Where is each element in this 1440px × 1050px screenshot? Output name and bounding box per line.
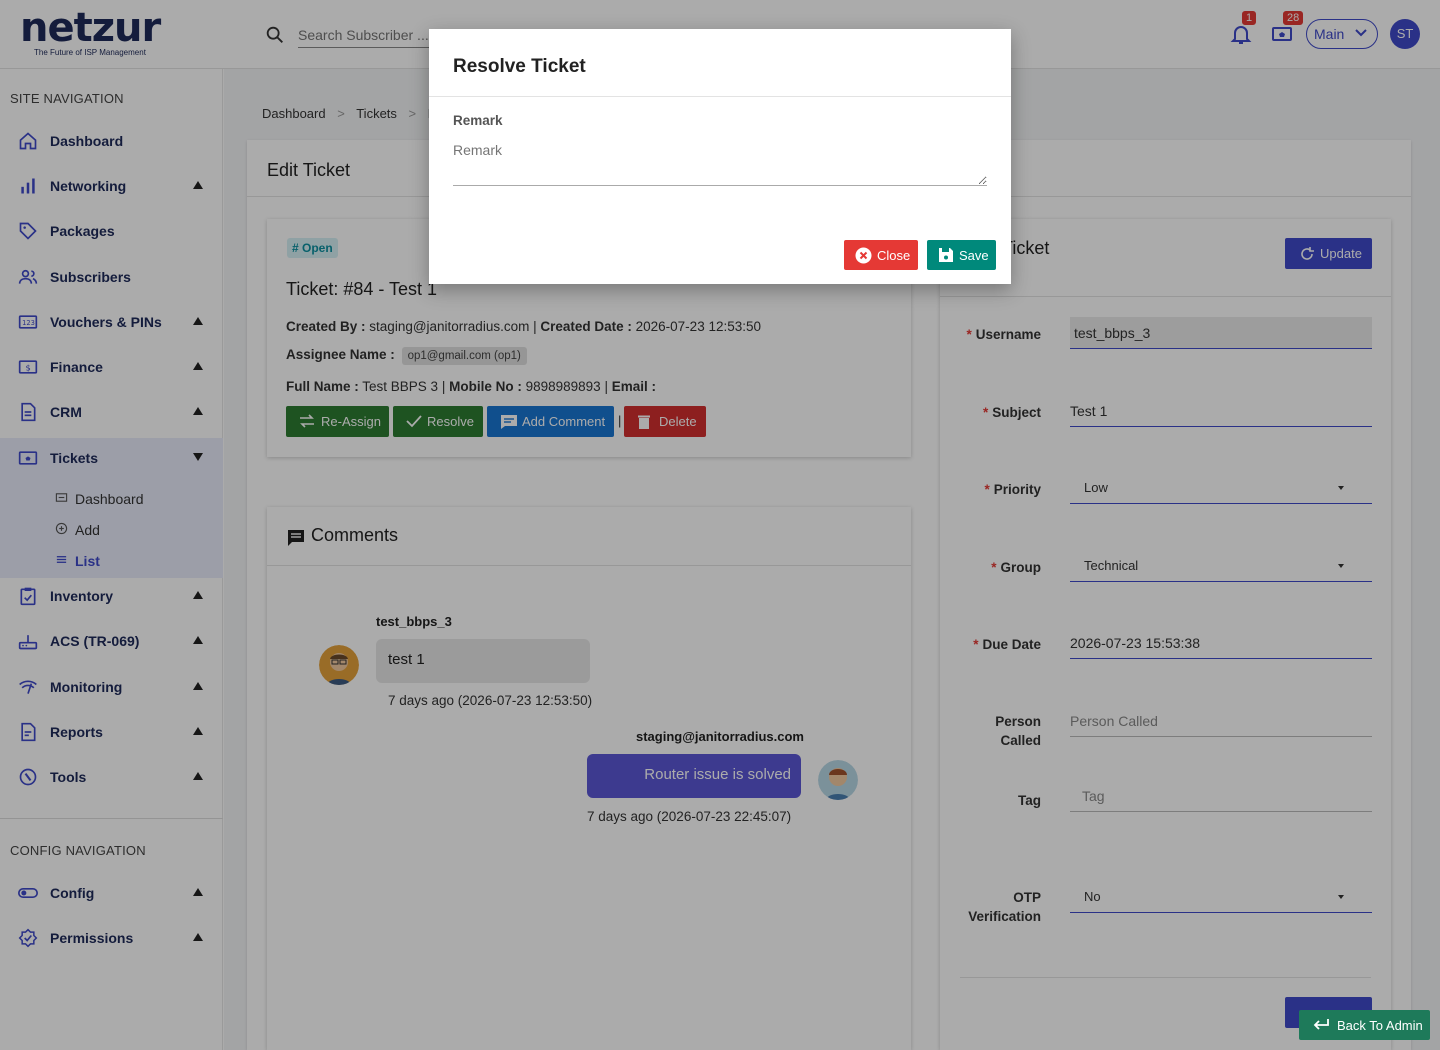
save-label: Save — [959, 248, 989, 263]
back-to-admin-button[interactable]: Back To Admin — [1299, 1010, 1430, 1040]
back-to-admin-label: Back To Admin — [1337, 1018, 1423, 1033]
return-arrow-icon — [1313, 1019, 1329, 1030]
close-circle-icon — [855, 247, 872, 264]
save-button[interactable]: Save — [927, 240, 996, 270]
save-icon — [939, 248, 953, 262]
remark-label: Remark — [453, 113, 503, 128]
close-button[interactable]: Close — [844, 240, 918, 270]
close-label: Close — [877, 248, 911, 263]
divider — [429, 96, 1011, 97]
resolve-ticket-modal: Resolve Ticket Remark Close Save — [429, 29, 1011, 284]
remark-textarea[interactable] — [453, 138, 987, 186]
modal-title: Resolve Ticket — [453, 56, 586, 77]
